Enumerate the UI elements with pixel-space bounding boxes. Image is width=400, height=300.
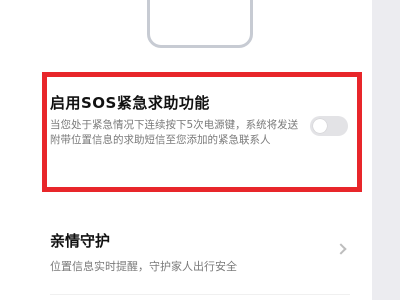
family-guard-item[interactable]: 亲情守护 位置信息实时提醒，守护家人出行安全 <box>0 222 372 282</box>
phone-illustration <box>147 0 253 48</box>
family-guard-title: 亲情守护 <box>50 232 111 250</box>
settings-screen: 启用SOS紧急求助功能 当您处于紧急情况下连续按下5次电源键，系统将发送附带位置… <box>0 0 372 300</box>
toggle-knob <box>313 119 327 133</box>
next-list-item-edge <box>50 294 350 300</box>
sos-setting-description: 当您处于紧急情况下连续按下5次电源键，系统将发送附带位置信息的求助短信至您添加的… <box>50 119 299 146</box>
sos-toggle-switch[interactable] <box>310 116 348 136</box>
sos-setting-title: 启用SOS紧急求助功能 <box>50 94 210 112</box>
screen-edge <box>372 0 400 300</box>
family-guard-description: 位置信息实时提醒，守护家人出行安全 <box>50 260 237 273</box>
chevron-right-icon <box>335 243 347 255</box>
